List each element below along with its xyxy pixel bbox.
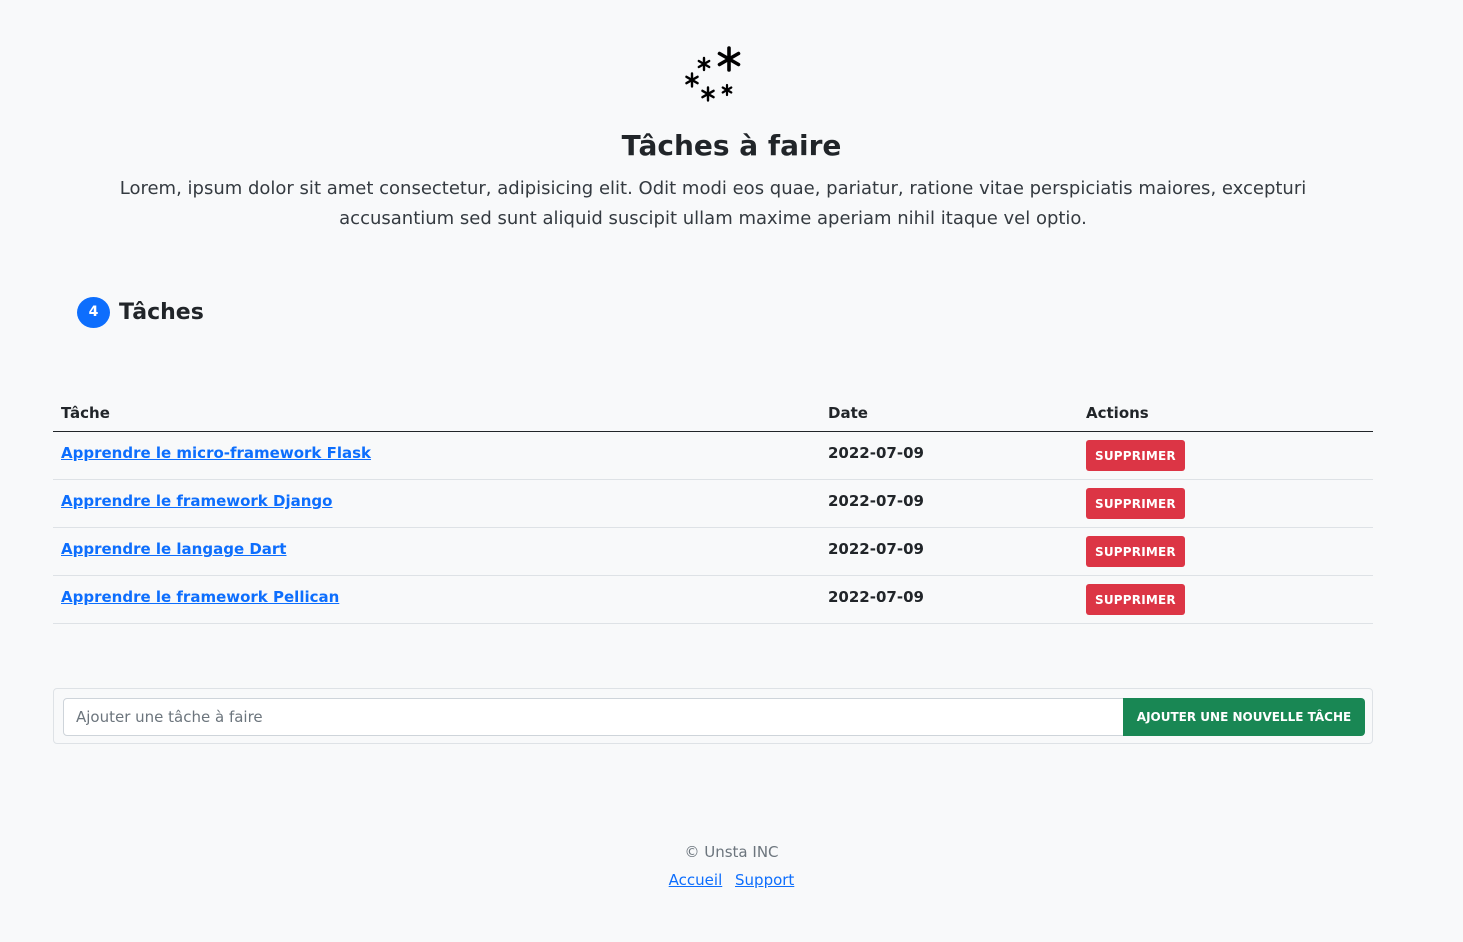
tasks-heading: 4 Tâches bbox=[77, 296, 204, 328]
task-link[interactable]: Apprendre le micro-framework Flask bbox=[61, 444, 371, 462]
page: Tâches à faire Lorem, ipsum dolor sit am… bbox=[0, 0, 1463, 942]
intro-text: Lorem, ipsum dolor sit amet consectetur,… bbox=[119, 178, 1307, 229]
task-date: 2022-07-09 bbox=[828, 444, 924, 462]
table-header: Tâche Date Actions bbox=[53, 395, 1373, 432]
footer-links: Accueil Support bbox=[0, 870, 1463, 890]
page-title: Tâches à faire bbox=[621, 129, 842, 162]
table-row: Apprendre le framework Pellican 2022-07-… bbox=[53, 576, 1373, 624]
task-date: 2022-07-09 bbox=[828, 588, 924, 606]
tasks-title: Tâches bbox=[119, 299, 204, 325]
table-row: Apprendre le micro-framework Flask 2022-… bbox=[53, 432, 1373, 480]
tasks-table: Tâche Date Actions Apprendre le micro-fr… bbox=[53, 395, 1373, 624]
delete-button[interactable]: Supprimer bbox=[1086, 536, 1185, 567]
task-date: 2022-07-09 bbox=[828, 540, 924, 558]
column-header-task: Tâche bbox=[61, 404, 110, 422]
add-task-form: Ajouter une nouvelle tâche bbox=[53, 688, 1373, 744]
table-row: Apprendre le framework Django 2022-07-09… bbox=[53, 480, 1373, 528]
column-header-actions: Actions bbox=[1086, 404, 1149, 422]
footer-copyright: © Unsta INC bbox=[684, 843, 779, 861]
task-date: 2022-07-09 bbox=[828, 492, 924, 510]
task-link[interactable]: Apprendre le langage Dart bbox=[61, 540, 286, 558]
task-link[interactable]: Apprendre le framework Pellican bbox=[61, 588, 339, 606]
task-count-badge: 4 bbox=[77, 296, 110, 328]
add-task-input[interactable] bbox=[63, 698, 1124, 736]
add-task-button[interactable]: Ajouter une nouvelle tâche bbox=[1123, 698, 1365, 736]
task-link[interactable]: Apprendre le framework Django bbox=[61, 492, 332, 510]
delete-button[interactable]: Supprimer bbox=[1086, 488, 1185, 519]
footer-link-home[interactable]: Accueil bbox=[669, 871, 723, 889]
footer-link-support[interactable]: Support bbox=[735, 871, 794, 889]
table-row: Apprendre le langage Dart 2022-07-09 Sup… bbox=[53, 528, 1373, 576]
asterisk-cluster-icon bbox=[681, 42, 747, 104]
delete-button[interactable]: Supprimer bbox=[1086, 584, 1185, 615]
column-header-date: Date bbox=[828, 404, 868, 422]
delete-button[interactable]: Supprimer bbox=[1086, 440, 1185, 471]
